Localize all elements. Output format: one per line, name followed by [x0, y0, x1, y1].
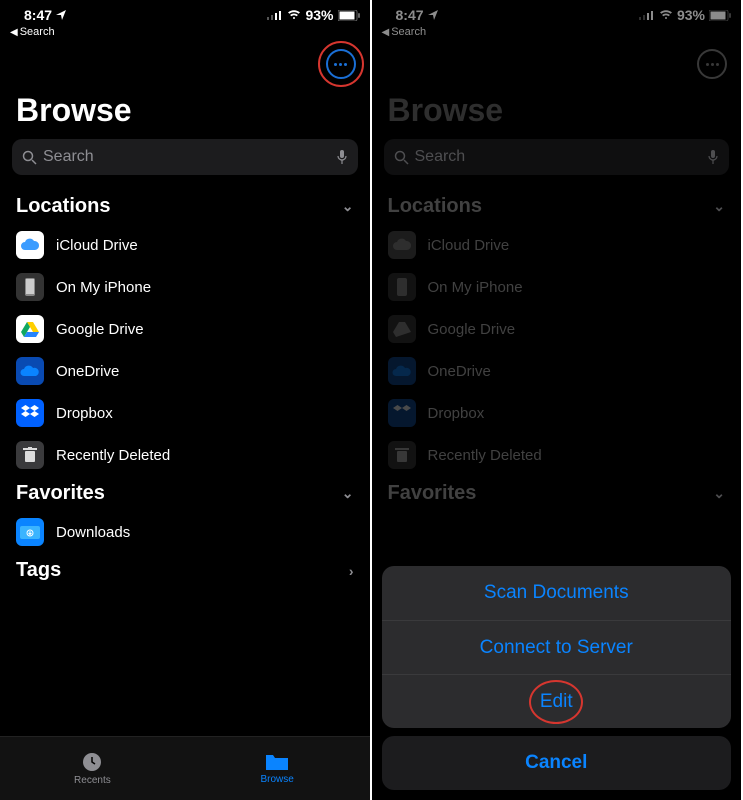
wifi-icon [659, 10, 673, 20]
wifi-icon [287, 10, 301, 20]
action-connect-to-server[interactable]: Connect to Server [382, 620, 732, 674]
action-scan-documents[interactable]: Scan Documents [382, 566, 732, 620]
battery-percent: 93% [677, 7, 705, 23]
mic-icon[interactable] [336, 149, 348, 165]
battery-percent: 93% [305, 7, 333, 23]
action-edit[interactable]: Edit [382, 674, 732, 728]
clock-icon [81, 751, 103, 773]
location-google-drive: Google Drive [372, 308, 742, 350]
tab-browse[interactable]: Browse [185, 737, 370, 800]
onedrive-icon [16, 357, 44, 385]
chevron-right-icon: › [349, 563, 354, 579]
location-icon [56, 10, 66, 20]
back-caret-icon: ◀ [10, 27, 18, 38]
tab-bar: Recents Browse [0, 736, 370, 800]
status-bar: 8:47 93% [0, 0, 370, 26]
location-icon [428, 10, 438, 20]
tags-header[interactable]: Tags › [0, 553, 370, 588]
search-input[interactable]: Search [12, 139, 358, 175]
battery-icon [338, 10, 360, 21]
more-dots-icon [334, 63, 347, 66]
status-time: 8:47 [24, 7, 52, 23]
location-recently-deleted[interactable]: Recently Deleted [0, 434, 370, 476]
search-icon [22, 150, 37, 165]
screen-browse-actionsheet: 8:47 93% ◀ Search Browse Search [372, 0, 743, 800]
tab-recents[interactable]: Recents [0, 737, 185, 800]
trash-icon [16, 441, 44, 469]
icloud-icon [388, 231, 416, 259]
more-dots-icon [706, 63, 719, 66]
search-placeholder: Search [415, 148, 466, 166]
page-title: Browse [0, 86, 370, 139]
dropbox-icon [388, 399, 416, 427]
location-dropbox: Dropbox [372, 392, 742, 434]
mic-icon [707, 149, 719, 165]
dropbox-icon [16, 399, 44, 427]
action-cancel[interactable]: Cancel [382, 736, 732, 790]
location-on-my-iphone: On My iPhone [372, 266, 742, 308]
location-onedrive[interactable]: OneDrive [0, 350, 370, 392]
screen-browse-main: 8:47 93% ◀ Search Browse [0, 0, 372, 800]
more-button[interactable] [697, 49, 727, 79]
action-sheet: Scan Documents Connect to Server Edit Ca… [382, 566, 732, 790]
search-input: Search [384, 139, 730, 175]
google-drive-icon [388, 315, 416, 343]
iphone-icon [388, 273, 416, 301]
favorites-header: Favorites ⌄ [372, 476, 742, 511]
search-placeholder: Search [43, 148, 94, 166]
back-to-search[interactable]: ◀ Search [372, 26, 742, 42]
battery-icon [709, 10, 731, 21]
location-on-my-iphone[interactable]: On My iPhone [0, 266, 370, 308]
chevron-down-icon: ⌄ [713, 198, 725, 215]
location-google-drive[interactable]: Google Drive [0, 308, 370, 350]
iphone-icon [16, 273, 44, 301]
location-onedrive: OneDrive [372, 350, 742, 392]
status-bar: 8:47 93% [372, 0, 742, 26]
back-label: Search [391, 26, 426, 38]
locations-header[interactable]: Locations ⌄ [0, 189, 370, 224]
location-recently-deleted: Recently Deleted [372, 434, 742, 476]
trash-icon [388, 441, 416, 469]
more-button[interactable] [326, 49, 356, 79]
cell-signal-icon [267, 10, 283, 20]
cell-signal-icon [639, 10, 655, 20]
onedrive-icon [388, 357, 416, 385]
google-drive-icon [16, 315, 44, 343]
back-label: Search [20, 26, 55, 38]
locations-header: Locations ⌄ [372, 189, 742, 224]
folder-icon [265, 752, 289, 772]
back-caret-icon: ◀ [382, 27, 390, 38]
downloads-folder-icon [16, 518, 44, 546]
back-to-search[interactable]: ◀ Search [0, 26, 370, 42]
favorite-downloads[interactable]: Downloads [0, 511, 370, 553]
chevron-down-icon: ⌄ [342, 485, 354, 502]
search-icon [394, 150, 409, 165]
location-icloud-drive: iCloud Drive [372, 224, 742, 266]
chevron-down-icon: ⌄ [713, 485, 725, 502]
icloud-icon [16, 231, 44, 259]
action-sheet-group: Scan Documents Connect to Server Edit [382, 566, 732, 728]
favorites-header[interactable]: Favorites ⌄ [0, 476, 370, 511]
status-time: 8:47 [396, 7, 424, 23]
location-dropbox[interactable]: Dropbox [0, 392, 370, 434]
page-title: Browse [372, 86, 742, 139]
chevron-down-icon: ⌄ [342, 198, 354, 215]
location-icloud-drive[interactable]: iCloud Drive [0, 224, 370, 266]
